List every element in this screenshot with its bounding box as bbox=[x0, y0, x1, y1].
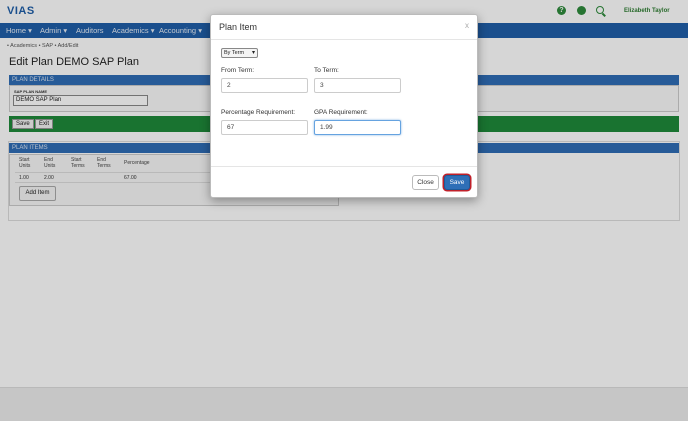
mode-select[interactable]: By Term bbox=[221, 48, 258, 58]
gpa-requirement-label: GPA Requirement: bbox=[314, 109, 368, 116]
dialog-footer-divider bbox=[211, 166, 477, 167]
plan-item-dialog: Plan Item x By Term From Term: 2 To Term… bbox=[210, 14, 478, 198]
close-icon[interactable]: x bbox=[465, 21, 469, 30]
to-term-label: To Term: bbox=[314, 67, 339, 74]
dialog-close-button[interactable]: Close bbox=[412, 175, 439, 190]
dialog-save-button[interactable]: Save bbox=[444, 175, 470, 190]
to-term-input[interactable]: 3 bbox=[314, 78, 401, 93]
gpa-requirement-input[interactable]: 1.99 bbox=[314, 120, 401, 135]
dialog-header: Plan Item x bbox=[211, 15, 477, 40]
dialog-title: Plan Item bbox=[219, 22, 258, 32]
from-term-input[interactable]: 2 bbox=[221, 78, 308, 93]
percentage-requirement-input[interactable]: 67 bbox=[221, 120, 308, 135]
from-term-label: From Term: bbox=[221, 67, 255, 74]
percentage-requirement-label: Percentage Requirement: bbox=[221, 109, 296, 116]
